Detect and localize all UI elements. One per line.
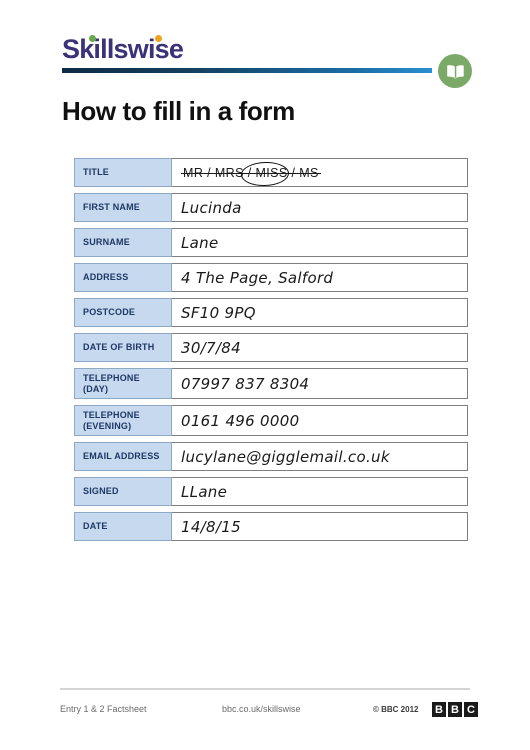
footer-divider xyxy=(60,688,470,690)
row-value-date-of-birth[interactable]: 30/7/84 xyxy=(172,333,468,362)
row-value-postcode[interactable]: SF10 9PQ xyxy=(172,298,468,327)
page-title: How to fill in a form xyxy=(62,96,295,126)
header-divider xyxy=(62,68,432,73)
handwritten-value: 0161 496 0000 xyxy=(181,411,300,430)
bbc-logo: B B C xyxy=(432,702,478,717)
label-text: FIRST NAME xyxy=(83,202,140,212)
row-value-email-address[interactable]: lucylane@gigglemail.co.uk xyxy=(172,442,468,471)
page-header: Skillswise xyxy=(62,34,468,66)
label-text: TELEPHONE xyxy=(83,409,140,420)
label-text: POSTCODE xyxy=(83,307,136,317)
form-table: TITLE MR / MRS / MISS / MS FIRST NAME Lu… xyxy=(74,158,468,547)
row-value-signed[interactable]: LLane xyxy=(172,477,468,506)
bbc-letter-box: C xyxy=(464,702,478,717)
row-label-date-of-birth: DATE OF BIRTH xyxy=(74,333,172,362)
table-row: TELEPHONE (DAY) 07997 837 8304 xyxy=(74,368,468,399)
logo-dot-orange-icon xyxy=(155,35,162,42)
logo-dot-green-icon xyxy=(89,35,96,42)
row-label-signed: SIGNED xyxy=(74,477,172,506)
table-row: TELEPHONE (EVENING) 0161 496 0000 xyxy=(74,405,468,436)
row-label-telephone-evening: TELEPHONE (EVENING) xyxy=(74,405,172,436)
skillswise-logo: Skillswise xyxy=(62,34,468,66)
label-text: SURNAME xyxy=(83,237,130,247)
row-value-first-name[interactable]: Lucinda xyxy=(172,193,468,222)
label-subtext: (EVENING) xyxy=(83,420,132,431)
table-row: DATE OF BIRTH 30/7/84 xyxy=(74,333,468,362)
footer-website-url[interactable]: bbc.co.uk/skillswise xyxy=(222,704,301,714)
handwritten-value: Lucinda xyxy=(181,198,242,217)
table-row: SURNAME Lane xyxy=(74,228,468,257)
table-row: TITLE MR / MRS / MISS / MS xyxy=(74,158,468,187)
circled-option-mark xyxy=(240,160,290,187)
table-row: EMAIL ADDRESS lucylane@gigglemail.co.uk xyxy=(74,442,468,471)
label-text: ADDRESS xyxy=(83,272,129,282)
label-text: EMAIL ADDRESS xyxy=(83,451,160,461)
handwritten-value: LLane xyxy=(181,482,228,501)
bbc-letter-box: B xyxy=(448,702,462,717)
handwritten-value: 30/7/84 xyxy=(181,338,241,357)
handwritten-value: lucylane@gigglemail.co.uk xyxy=(181,447,390,466)
label-text: TITLE xyxy=(83,167,109,177)
label-text: TELEPHONE xyxy=(83,372,140,383)
handwritten-value: 14/8/15 xyxy=(181,517,241,536)
handwritten-value: Lane xyxy=(181,233,219,252)
label-subtext: (DAY) xyxy=(83,383,109,394)
row-label-title: TITLE xyxy=(74,158,172,187)
row-label-address: ADDRESS xyxy=(74,263,172,292)
table-row: DATE 14/8/15 xyxy=(74,512,468,541)
row-label-first-name: FIRST NAME xyxy=(74,193,172,222)
footer-factsheet-label: Entry 1 & 2 Factsheet xyxy=(60,704,147,714)
factsheet-page: Skillswise How to fill in a form TITLE M… xyxy=(0,0,530,750)
handwritten-value: SF10 9PQ xyxy=(181,303,256,322)
row-label-surname: SURNAME xyxy=(74,228,172,257)
footer-copyright: © BBC 2012 xyxy=(373,705,419,714)
handwritten-value: 4 The Page, Salford xyxy=(181,268,334,287)
skillswise-logo-text: Skillswise xyxy=(62,34,184,64)
row-label-date: DATE xyxy=(74,512,172,541)
row-label-email-address: EMAIL ADDRESS xyxy=(74,442,172,471)
table-row: SIGNED LLane xyxy=(74,477,468,506)
bbc-letter-box: B xyxy=(432,702,446,717)
table-row: ADDRESS 4 The Page, Salford xyxy=(74,263,468,292)
handwritten-value: 07997 837 8304 xyxy=(181,374,310,393)
title-options-group[interactable]: MR / MRS / MISS / MS xyxy=(181,160,321,187)
page-footer: Entry 1 & 2 Factsheet bbc.co.uk/skillswi… xyxy=(60,702,478,720)
row-label-postcode: POSTCODE xyxy=(74,298,172,327)
row-value-address[interactable]: 4 The Page, Salford xyxy=(172,263,468,292)
row-label-telephone-day: TELEPHONE (DAY) xyxy=(74,368,172,399)
label-text: SIGNED xyxy=(83,486,119,496)
label-text: DATE OF BIRTH xyxy=(83,342,155,352)
row-value-telephone-day[interactable]: 07997 837 8304 xyxy=(172,368,468,399)
row-value-telephone-evening[interactable]: 0161 496 0000 xyxy=(172,405,468,436)
table-row: FIRST NAME Lucinda xyxy=(74,193,468,222)
row-value-surname[interactable]: Lane xyxy=(172,228,468,257)
table-row: POSTCODE SF10 9PQ xyxy=(74,298,468,327)
row-value-date[interactable]: 14/8/15 xyxy=(172,512,468,541)
label-text: DATE xyxy=(83,521,108,531)
open-book-icon xyxy=(438,54,472,88)
row-value-title[interactable]: MR / MRS / MISS / MS xyxy=(172,158,468,187)
